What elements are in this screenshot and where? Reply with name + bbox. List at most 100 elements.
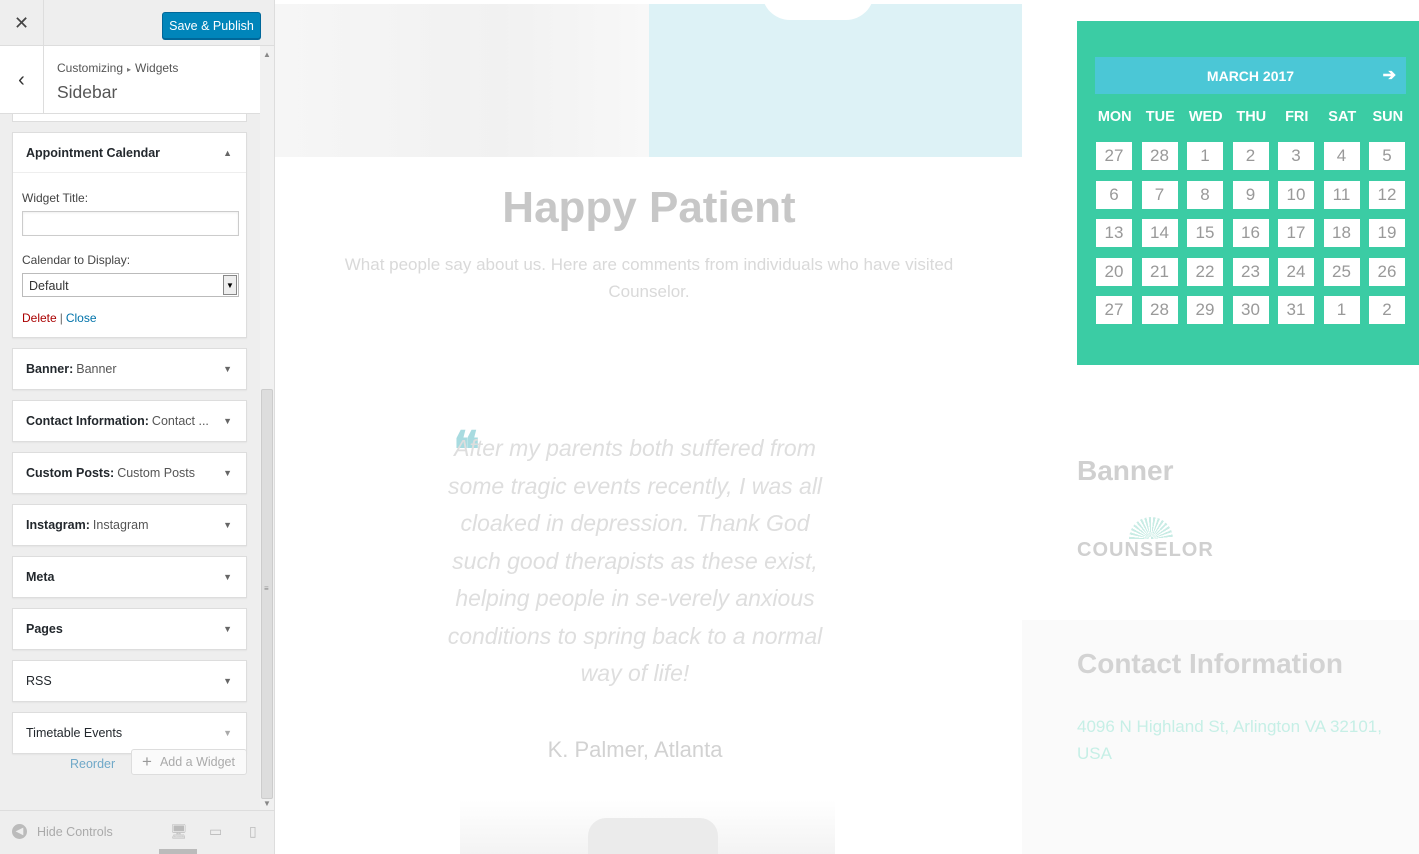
chevron-down-icon[interactable]: ▼ bbox=[223, 275, 237, 295]
calendar-day[interactable]: 10 bbox=[1278, 180, 1314, 209]
calendar-weekdays: MON TUE WED THU FRI SAT SUN bbox=[1092, 109, 1412, 125]
caret-up-icon[interactable]: ▲ bbox=[223, 148, 232, 158]
calendar-day[interactable]: 19 bbox=[1369, 219, 1405, 248]
hide-controls-button[interactable]: ◀ Hide Controls bbox=[12, 824, 113, 839]
calendar-day[interactable]: 11 bbox=[1323, 180, 1360, 209]
calendar-day[interactable]: 21 bbox=[1141, 257, 1178, 286]
calendar-day[interactable]: 25 bbox=[1323, 257, 1360, 286]
calendar-day[interactable]: 9 bbox=[1232, 180, 1269, 209]
calendar-day[interactable]: 20 bbox=[1096, 257, 1132, 286]
breadcrumb-widgets: Widgets bbox=[135, 61, 179, 75]
calendar-display-select[interactable]: Default ▼ bbox=[22, 273, 239, 297]
widget-instagram[interactable]: Instagram: Instagram ▼ bbox=[12, 504, 247, 546]
calendar-day[interactable]: 27 bbox=[1096, 142, 1132, 170]
close-icon[interactable]: ✕ bbox=[0, 0, 44, 46]
widget-header[interactable]: Timetable Events ▼ bbox=[13, 713, 246, 753]
caret-down-icon[interactable]: ▼ bbox=[223, 520, 232, 530]
mobile-icon[interactable]: ▯ bbox=[249, 823, 257, 840]
add-widget-label: Add a Widget bbox=[159, 755, 235, 769]
calendar-day[interactable]: 6 bbox=[1096, 180, 1132, 209]
widget-header[interactable]: Banner: Banner ▼ bbox=[13, 349, 246, 389]
widget-header[interactable]: RSS ▼ bbox=[13, 661, 246, 701]
calendar-day[interactable]: 28 bbox=[1141, 142, 1178, 170]
delete-link[interactable]: Delete bbox=[22, 311, 57, 325]
caret-down-icon[interactable]: ▼ bbox=[223, 624, 232, 634]
weekday: WED bbox=[1188, 109, 1223, 125]
grip-icon: ≡ bbox=[264, 584, 269, 593]
widget-rss[interactable]: RSS ▼ bbox=[12, 660, 247, 702]
calendar-day[interactable]: 3 bbox=[1278, 142, 1314, 170]
scrollbar-thumb[interactable]: ≡ bbox=[261, 389, 273, 799]
calendar-day[interactable]: 29 bbox=[1187, 296, 1223, 325]
widget-header[interactable]: Custom Posts: Custom Posts ▼ bbox=[13, 453, 246, 493]
caret-down-icon[interactable]: ▼ bbox=[223, 468, 232, 478]
weekday: FRI bbox=[1285, 109, 1309, 125]
widget-contact-information[interactable]: Contact Information: Contact ... ▼ bbox=[12, 400, 247, 442]
calendar-day[interactable]: 26 bbox=[1369, 257, 1405, 286]
calendar-day[interactable]: 22 bbox=[1187, 257, 1223, 286]
widget-header[interactable]: Meta ▼ bbox=[13, 557, 246, 597]
calendar-day[interactable]: 28 bbox=[1141, 296, 1178, 325]
save-publish-button[interactable]: Save & Publish bbox=[162, 12, 261, 39]
calendar-day[interactable]: 12 bbox=[1369, 180, 1405, 209]
calendar-day[interactable]: 7 bbox=[1141, 180, 1178, 209]
calendar-day[interactable]: 16 bbox=[1232, 219, 1269, 248]
testimonial-quote: After my parents both suffered from some… bbox=[447, 435, 823, 686]
calendar-day[interactable]: 18 bbox=[1323, 219, 1360, 248]
calendar-day[interactable]: 8 bbox=[1187, 180, 1223, 209]
calendar-day[interactable]: 5 bbox=[1369, 142, 1405, 170]
caret-down-icon[interactable]: ▼ bbox=[223, 572, 232, 582]
desktop-icon[interactable]: 🖥 bbox=[170, 823, 188, 840]
widget-appointment-calendar: Appointment Calendar ▲ Widget Title: Cal… bbox=[12, 132, 247, 338]
widget-timetable-events[interactable]: Timetable Events ▼ bbox=[12, 712, 247, 754]
calendar-day[interactable]: 13 bbox=[1096, 219, 1132, 248]
widget-title: RSS bbox=[26, 674, 52, 688]
widget-actions: Delete | Close bbox=[22, 311, 237, 325]
widget-meta[interactable]: Meta ▼ bbox=[12, 556, 247, 598]
calendar-day[interactable]: 31 bbox=[1278, 296, 1314, 325]
calendar-day[interactable]: 1 bbox=[1323, 296, 1360, 325]
widget-title: Appointment Calendar bbox=[26, 145, 161, 160]
caret-down-icon[interactable]: ▼ bbox=[223, 364, 232, 374]
back-icon[interactable]: ‹ bbox=[0, 46, 44, 114]
caret-down-icon[interactable]: ▼ bbox=[223, 416, 232, 426]
calendar-day[interactable]: 4 bbox=[1323, 142, 1360, 170]
widget-form: Widget Title: Calendar to Display: Defau… bbox=[13, 173, 246, 337]
scroll-down-icon[interactable]: ▼ bbox=[263, 799, 271, 808]
next-month-icon[interactable]: ➔ bbox=[1383, 65, 1396, 85]
add-widget-button[interactable]: + Add a Widget bbox=[131, 749, 247, 775]
sidebar-scrollbar[interactable]: ▲ ≡ ▼ bbox=[260, 46, 274, 810]
weekday: SAT bbox=[1328, 109, 1357, 125]
widget-title: Banner: Banner bbox=[26, 362, 117, 376]
calendar-day[interactable]: 15 bbox=[1187, 219, 1223, 248]
calendar-day[interactable]: 17 bbox=[1278, 219, 1314, 248]
calendar-day[interactable]: 27 bbox=[1096, 296, 1132, 325]
widget-title-input[interactable] bbox=[22, 211, 239, 236]
hero-image bbox=[275, 4, 650, 157]
hero-panel bbox=[649, 4, 1022, 157]
calendar-day[interactable]: 23 bbox=[1232, 257, 1269, 286]
widget-pages[interactable]: Pages ▼ bbox=[12, 608, 247, 650]
hero-notch bbox=[762, 0, 874, 20]
calendar-day[interactable]: 30 bbox=[1232, 296, 1269, 325]
calendar-day[interactable]: 14 bbox=[1141, 219, 1178, 248]
scroll-up-icon[interactable]: ▲ bbox=[263, 50, 271, 59]
widget-banner[interactable]: Banner: Banner ▼ bbox=[12, 348, 247, 390]
widget-custom-posts[interactable]: Custom Posts: Custom Posts ▼ bbox=[12, 452, 247, 494]
calendar-day[interactable]: 24 bbox=[1278, 257, 1314, 286]
calendar-day[interactable]: 2 bbox=[1232, 142, 1269, 170]
contact-heading: Contact Information bbox=[1077, 648, 1343, 679]
widget-header[interactable]: Instagram: Instagram ▼ bbox=[13, 505, 246, 545]
caret-down-icon[interactable]: ▼ bbox=[223, 728, 232, 738]
caret-down-icon[interactable]: ▼ bbox=[223, 676, 232, 686]
calendar-day[interactable]: 1 bbox=[1187, 142, 1223, 170]
widget-header[interactable]: Pages ▼ bbox=[13, 609, 246, 649]
close-link[interactable]: Close bbox=[66, 311, 97, 325]
tablet-icon[interactable]: ▭ bbox=[209, 823, 222, 840]
appointment-calendar: MARCH 2017 ➔ MON TUE WED THU FRI SAT SUN… bbox=[1077, 21, 1419, 365]
widget-header[interactable]: Appointment Calendar ▲ bbox=[13, 133, 246, 173]
actions-separator: | bbox=[59, 311, 63, 325]
reorder-link[interactable]: Reorder bbox=[70, 757, 115, 771]
widget-header[interactable]: Contact Information: Contact ... ▼ bbox=[13, 401, 246, 441]
calendar-day[interactable]: 2 bbox=[1369, 296, 1405, 325]
